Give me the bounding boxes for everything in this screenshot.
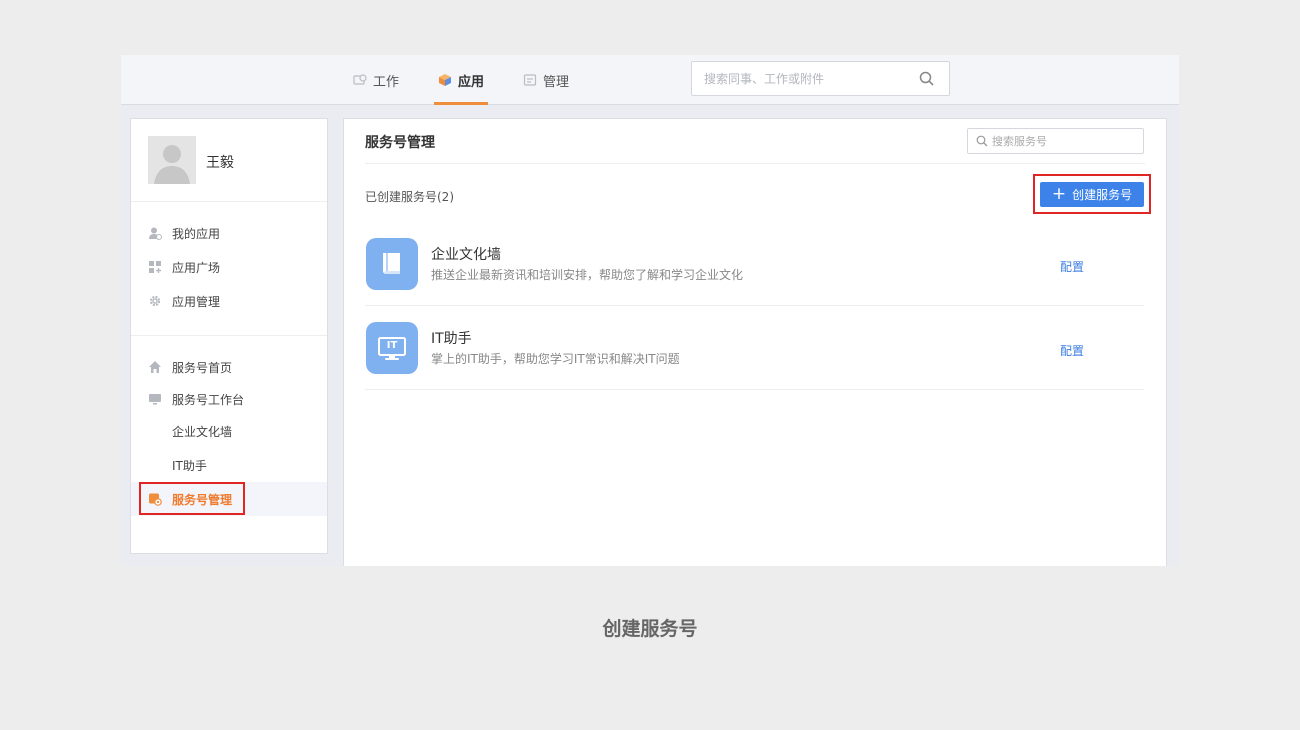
tab-work[interactable]: 工作 — [353, 55, 399, 105]
cube-icon — [438, 73, 452, 87]
search-icon[interactable] — [976, 132, 988, 151]
home-icon — [148, 360, 162, 374]
service-name: IT助手 — [431, 331, 472, 347]
app-menu: 我的应用 应用广场 应用管理 — [131, 202, 327, 336]
manage-icon — [523, 73, 537, 87]
work-icon — [353, 73, 367, 87]
divider — [365, 163, 1145, 164]
create-service-label: 创建服务号 — [1072, 188, 1133, 202]
sidebar-item-label: 服务号工作台 — [172, 392, 245, 407]
sidebar-item-my-apps[interactable]: 我的应用 — [131, 216, 327, 250]
grid-icon — [148, 260, 162, 274]
plus-icon: + — [1051, 184, 1067, 204]
sidebar-item-label: 服务号管理 — [172, 492, 233, 507]
book-icon — [366, 238, 418, 290]
service-desc: 掌上的IT助手，帮助您学习IT常识和解决IT问题 — [431, 352, 680, 366]
tab-manage[interactable]: 管理 — [523, 55, 569, 105]
sidebar-item-culture-wall[interactable]: 企业文化墙 — [131, 414, 327, 448]
search-icon[interactable] — [919, 71, 935, 91]
service-row: IT IT助手 掌上的IT助手，帮助您学习IT常识和解决IT问题 配置 — [365, 306, 1144, 390]
create-service-button[interactable]: + 创建服务号 — [1040, 182, 1144, 207]
avatar[interactable] — [148, 136, 196, 184]
service-menu: 服务号首页 服务号工作台 企业文化墙 IT助手 服务号管理 — [131, 336, 327, 516]
sidebar: 王毅 我的应用 应用广场 应用管理 服务号首页 服务号工作台 企业文化墙 IT助… — [130, 118, 328, 554]
tab-label: 工作 — [373, 74, 400, 90]
sidebar-item-app-square[interactable]: 应用广场 — [131, 250, 327, 284]
gear-icon — [148, 294, 162, 308]
it-monitor-icon: IT — [366, 322, 418, 374]
global-search-input[interactable] — [704, 63, 914, 94]
tab-label: 应用 — [458, 74, 485, 90]
config-link[interactable]: 配置 — [1060, 258, 1084, 275]
sidebar-item-service-workbench[interactable]: 服务号工作台 — [131, 384, 327, 414]
created-count: 已创建服务号(2) — [365, 190, 454, 204]
service-search-input[interactable] — [992, 130, 1137, 152]
page-title: 服务号管理 — [365, 135, 435, 151]
service-search-box — [967, 128, 1144, 154]
app-window: 工作 应用 管理 王毅 — [121, 55, 1179, 566]
sidebar-item-service-manage[interactable]: 服务号管理 — [131, 482, 327, 516]
sidebar-item-label: 应用广场 — [172, 260, 221, 275]
caption: 创建服务号 — [602, 618, 698, 640]
config-link[interactable]: 配置 — [1060, 342, 1084, 359]
service-name: 企业文化墙 — [431, 247, 501, 263]
service-row: 企业文化墙 推送企业最新资讯和培训安排，帮助您了解和学习企业文化 配置 — [365, 222, 1144, 306]
global-search-box — [691, 61, 950, 96]
sidebar-item-label: 我的应用 — [172, 226, 221, 241]
monitor-icon — [148, 392, 162, 406]
user-app-icon — [148, 226, 162, 240]
it-icon-text: IT — [386, 340, 398, 351]
sidebar-item-it-assistant[interactable]: IT助手 — [131, 448, 327, 482]
user-profile: 王毅 — [131, 119, 327, 202]
tab-apps[interactable]: 应用 — [433, 55, 489, 105]
service-desc: 推送企业最新资讯和培训安排，帮助您了解和学习企业文化 — [431, 268, 744, 282]
sidebar-item-app-manage[interactable]: 应用管理 — [131, 284, 327, 318]
tab-label: 管理 — [543, 74, 570, 90]
user-name: 王毅 — [206, 155, 234, 171]
sidebar-item-label: 应用管理 — [172, 294, 221, 309]
sidebar-item-label: IT助手 — [172, 458, 207, 473]
top-nav: 工作 应用 管理 — [121, 55, 1179, 105]
sidebar-item-label: 企业文化墙 — [172, 424, 233, 439]
sidebar-item-label: 服务号首页 — [172, 360, 233, 375]
sidebar-item-service-home[interactable]: 服务号首页 — [131, 350, 327, 384]
main-panel: 服务号管理 已创建服务号(2) + 创建服务号 企业文化墙 推送企业最新资讯和培… — [343, 118, 1167, 566]
service-manage-icon — [148, 492, 162, 506]
